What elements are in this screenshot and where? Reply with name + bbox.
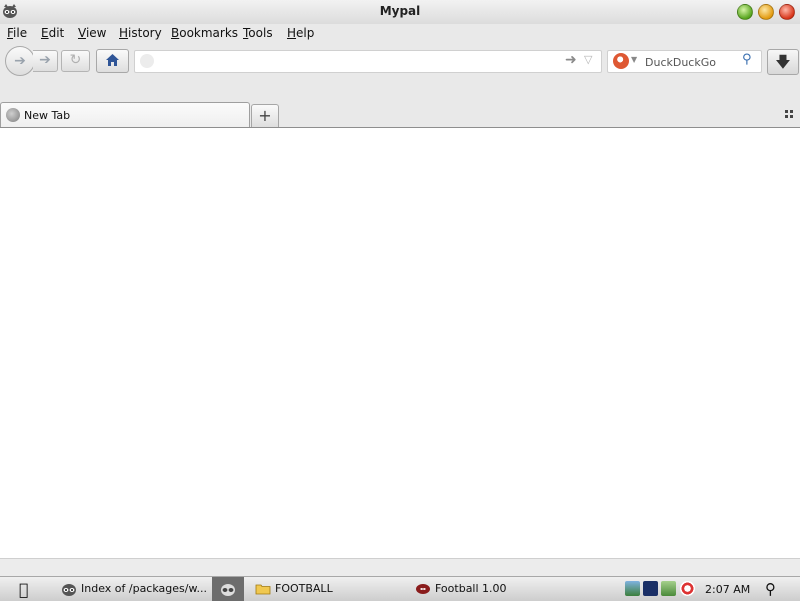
duckduckgo-icon[interactable]	[613, 53, 629, 69]
forward-arrow-icon: ➔	[39, 52, 51, 68]
navigation-toolbar: ➔ ➔ ↻ ➜ ▽ ▼ ⚲ 🡇	[0, 44, 800, 79]
home-button[interactable]	[96, 49, 129, 73]
search-engine-dropdown-icon[interactable]: ▼	[631, 55, 637, 64]
football-icon	[416, 584, 430, 594]
taskbar-item-football-app[interactable]: Football 1.00	[412, 577, 562, 601]
taskbar:  Index of /packages/w... FOOTBALL Footb…	[0, 576, 800, 601]
lifebuoy-icon[interactable]	[680, 581, 695, 596]
tab-new-tab[interactable]: New Tab	[0, 102, 250, 127]
search-bar[interactable]: ▼ ⚲	[607, 50, 762, 73]
folder-icon	[255, 584, 271, 595]
taskbar-item-football-folder[interactable]: FOOTBALL	[252, 577, 402, 601]
tab-strip: New Tab +	[0, 79, 800, 128]
url-bar[interactable]: ➜ ▽	[134, 50, 602, 73]
title-bar: Mypal	[0, 0, 800, 25]
menu-bar: File Edit View History Bookmarks Tools H…	[0, 24, 800, 44]
downloads-button[interactable]: 🡇	[767, 49, 799, 75]
menu-file[interactable]: File	[7, 26, 27, 40]
clock[interactable]: 2:07 AM	[705, 583, 750, 596]
reload-button[interactable]: ↻	[61, 50, 90, 72]
search-input[interactable]	[643, 52, 745, 72]
tab-label: New Tab	[24, 109, 71, 122]
download-arrow-icon: 🡇	[775, 53, 791, 71]
menu-view[interactable]: View	[78, 26, 106, 40]
recycle-icon[interactable]	[661, 581, 676, 596]
back-arrow-icon: ➔	[14, 53, 26, 69]
taskbar-item-mypal[interactable]	[212, 577, 244, 601]
menu-help[interactable]: Help	[287, 26, 314, 40]
close-button[interactable]	[779, 4, 795, 20]
menu-tools[interactable]: Tools	[243, 26, 273, 40]
apple-menu-icon[interactable]: 	[19, 580, 29, 599]
menu-bookmarks[interactable]: Bookmarks	[171, 26, 238, 40]
maximize-button[interactable]	[758, 4, 774, 20]
tab-grid-icon[interactable]	[785, 110, 794, 119]
taskbar-item-index[interactable]: Index of /packages/w...	[58, 577, 208, 601]
mypal-icon	[62, 584, 76, 596]
back-button[interactable]: ➔	[5, 46, 35, 76]
page-content[interactable]	[0, 128, 800, 558]
display-icon[interactable]	[643, 581, 658, 596]
search-icon[interactable]: ⚲	[765, 580, 776, 598]
url-input[interactable]	[159, 52, 563, 72]
reload-icon: ↻	[69, 52, 82, 68]
forward-button[interactable]: ➔	[33, 50, 58, 72]
page-identity-icon	[140, 54, 154, 68]
taskbar-item-label: Football 1.00	[435, 582, 507, 595]
network-icon[interactable]	[625, 581, 640, 596]
minimize-button[interactable]	[737, 4, 753, 20]
window-title: Mypal	[379, 4, 421, 18]
taskbar-item-label: Index of /packages/w...	[81, 582, 207, 595]
go-arrow-icon[interactable]: ➜	[565, 52, 577, 68]
menu-edit[interactable]: Edit	[41, 26, 64, 40]
mypal-icon	[221, 584, 235, 596]
new-tab-button[interactable]: +	[251, 104, 279, 127]
menu-history[interactable]: History	[119, 26, 162, 40]
url-history-dropdown-icon[interactable]: ▽	[584, 53, 592, 66]
plus-icon: +	[258, 106, 272, 125]
status-bar	[0, 558, 800, 577]
home-icon	[106, 54, 119, 66]
taskbar-item-label: FOOTBALL	[275, 582, 333, 595]
search-icon[interactable]: ⚲	[742, 52, 752, 67]
globe-icon	[6, 108, 20, 122]
